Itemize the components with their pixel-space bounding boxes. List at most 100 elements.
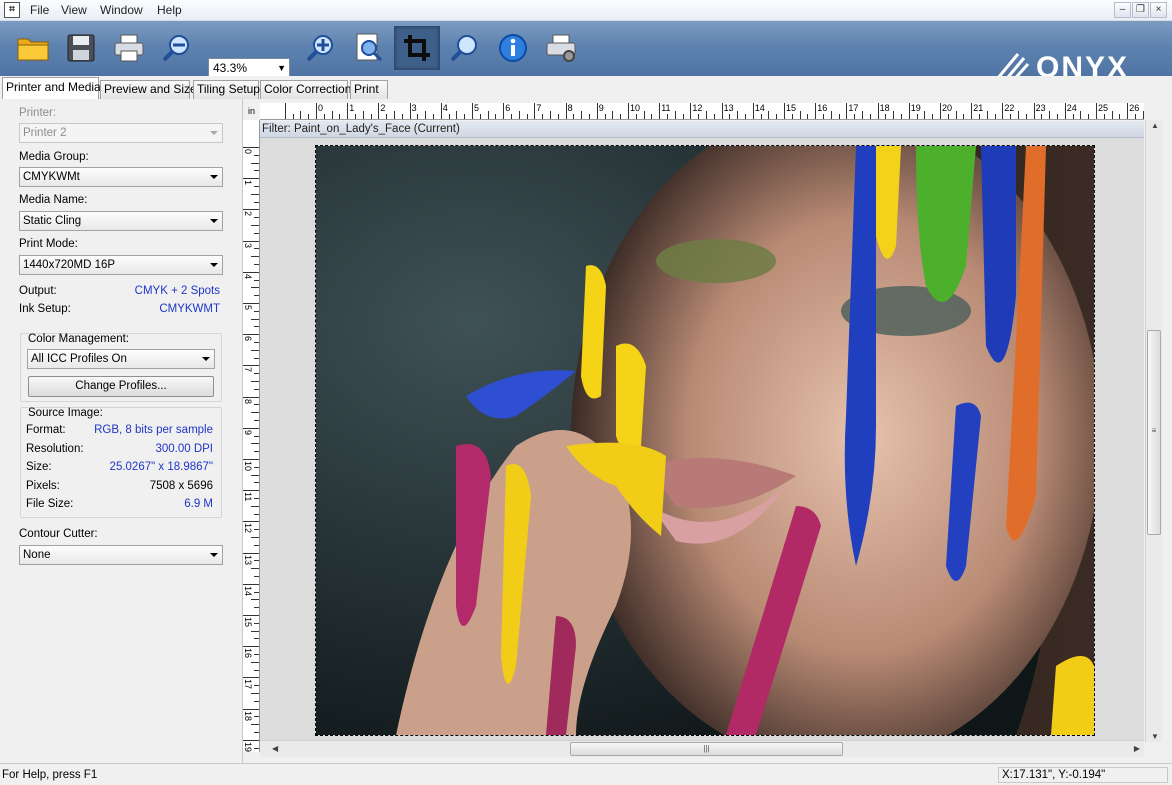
format-value: RGB, 8 bits per sample [94,424,213,436]
ruler-tick [254,498,259,499]
media-name-select[interactable]: Static Cling [19,211,223,231]
ruler-tick [1127,103,1129,119]
ruler-tick [565,103,567,119]
ruler-tick [355,114,356,119]
ruler-tick [254,482,259,484]
print-icon [114,34,144,62]
size-value: 25.0267" x 18.9867" [109,461,213,473]
ruler-tick [986,111,988,119]
close-button[interactable]: × [1150,2,1167,18]
ruler-tick [1041,114,1043,119]
zoom-out-icon [162,35,189,62]
preview-image[interactable] [315,145,1095,736]
printer-settings-button[interactable] [538,26,584,70]
horizontal-scrollbar[interactable]: ◀ ||| ▶ [260,740,1144,757]
ruler-tick [511,114,512,119]
app-icon[interactable]: ⌗ [4,2,20,18]
tab-preview-and-size[interactable]: Preview and Size [100,80,197,99]
ruler-tick [254,170,259,172]
ruler-tick [254,154,259,156]
pixels-value: 7508 x 5696 [149,480,213,492]
ruler-tick [1119,114,1121,119]
restore-button[interactable]: ❐ [1132,2,1149,18]
zoom-button[interactable] [442,26,488,70]
menu-view[interactable]: View [61,3,87,17]
ruler-label: 2 [243,211,253,217]
open-button[interactable] [10,26,56,70]
tab-print[interactable]: Print [350,80,388,99]
ruler-tick [1142,111,1144,119]
ruler-tick [659,103,661,119]
ruler-label: 2 [380,103,386,113]
scroll-up-icon[interactable]: ▲ [1151,121,1159,130]
menu-file[interactable]: File [30,3,49,17]
tab-tiling-setup[interactable]: Tiling Setup [193,80,260,99]
menu-window[interactable]: Window [100,3,143,17]
zoom-to-page-button[interactable] [346,26,392,70]
chevron-down-icon [202,357,210,361]
menu-help[interactable]: Help [157,3,182,17]
ruler-tick [254,342,259,343]
tab-printer-and-media[interactable]: Printer and Media [2,77,101,99]
save-button[interactable] [58,26,104,70]
ink-setup-label: Ink Setup: [19,303,71,315]
ruler-label: 6 [243,336,253,342]
change-profiles-button[interactable]: Change Profiles... [28,376,214,397]
ruler-tick [243,147,259,148]
printer-media-panel: Printer: Printer 2 Media Group: CMYKWMt … [0,99,243,763]
ruler-label: 8 [243,398,253,404]
contour-cutter-label: Contour Cutter: [19,528,98,540]
ruler-label: 22 [1004,103,1015,113]
ruler-tick [251,661,259,663]
contour-cutter-value: None [23,549,51,561]
ruler-tick [667,114,668,119]
ruler-tick [706,111,707,119]
minimize-button[interactable]: – [1114,2,1131,18]
printer-select: Printer 2 [19,123,223,143]
printer-value: Printer 2 [23,127,67,139]
ruler-tick [243,739,259,741]
ruler-tick [940,103,941,119]
color-management-select[interactable]: All ICC Profiles On [27,349,215,369]
media-group-select[interactable]: CMYKWMt [19,167,223,187]
ruler-tick [674,111,676,119]
ruler-tick [243,708,259,710]
ruler-tick [425,111,427,119]
ruler-tick [1096,103,1097,119]
ruler-tick [1018,111,1019,119]
color-management-value: All ICC Profiles On [31,353,127,365]
ruler-tick [254,435,259,437]
info-button[interactable] [490,26,536,70]
ruler-label: 3 [243,242,253,248]
ruler-tick [251,505,259,507]
ruler-label: 9 [243,429,253,435]
ruler-tick [916,114,918,119]
ruler-label: 8 [567,103,573,113]
scroll-left-icon[interactable]: ◀ [272,744,278,753]
media-group-value: CMYKWMt [23,171,80,183]
vertical-scrollbar[interactable]: ▲ ≡ ▼ [1145,120,1162,742]
horizontal-scroll-thumb[interactable]: ||| [570,742,843,756]
ruler-tick [254,638,259,640]
tab-color-correction[interactable]: Color Correction [260,80,351,99]
zoom-in-button[interactable] [298,26,344,70]
ruler-tick [254,388,259,390]
contour-cutter-select[interactable]: None [19,545,223,565]
ruler-tick [251,693,259,694]
ruler-tick [947,114,949,119]
print-button[interactable] [106,26,152,70]
ruler-label: 1 [349,103,355,113]
print-mode-select[interactable]: 1440x720MD 16P [19,255,223,275]
crop-button[interactable] [394,26,440,70]
vertical-ruler: 0 1 2 3 4 5 6 7 8 9 10 11 12 13 14 15 16 17 18 19 [243,120,260,752]
zoom-out-button[interactable] [154,26,200,70]
scroll-down-icon[interactable]: ▼ [1151,732,1159,741]
scroll-right-icon[interactable]: ▶ [1134,744,1140,753]
preview-canvas[interactable] [260,138,1144,740]
ink-setup-value: CMYKWMT [159,303,220,315]
ruler-tick [651,114,653,119]
vertical-scroll-thumb[interactable]: ≡ [1147,330,1161,535]
cursor-coordinates: X:17.131", Y:-0.194" [998,767,1168,783]
resolution-value: 300.00 DPI [155,443,213,455]
ruler-tick [254,232,259,234]
